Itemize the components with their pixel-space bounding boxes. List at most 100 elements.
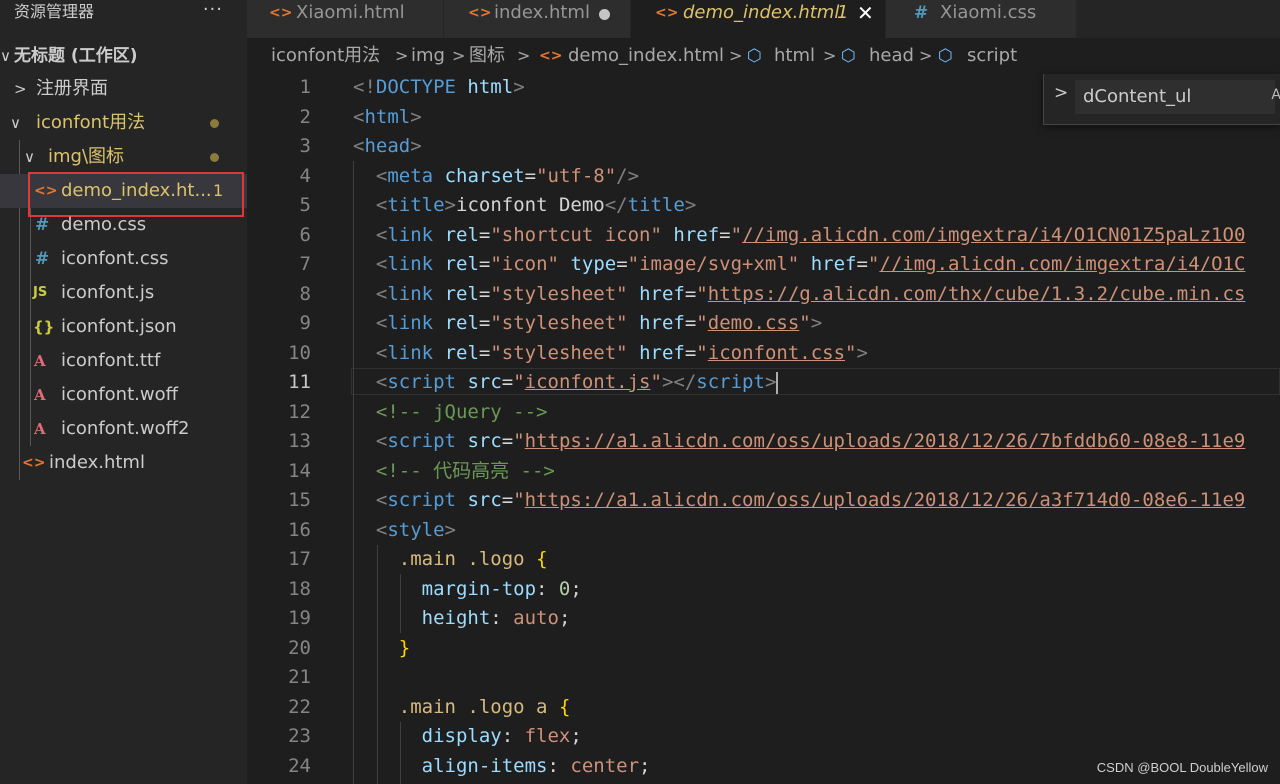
code-line: 10 <link rel="stylesheet" href="iconfont… [247,339,1280,369]
line-number: 23 [247,722,311,752]
tab-label: Xiaomi.html [296,0,405,26]
line-number: 17 [247,545,311,575]
chevron-right-icon: > [823,38,836,74]
cube-icon: ⬡ [841,38,856,74]
explorer-sidebar: 资源管理器 ··· ∨ 无标题 (工作区) > 注册界面 ∨ iconfont用… [0,0,247,784]
code-line: 20 } [247,634,1280,664]
tab-index-html[interactable]: <> index.html [444,0,630,38]
cube-icon: ⬡ [747,38,762,74]
html-file-icon: <> [22,446,45,480]
line-number: 21 [247,663,311,693]
chevron-right-icon[interactable]: > [1054,83,1068,103]
breadcrumb-item[interactable]: 图标 [469,38,505,74]
line-number: 22 [247,693,311,723]
line-number: 16 [247,516,311,546]
code-line-current: 11 <script src="iconfont.js"></script> [247,368,1280,398]
tree-file-demo-css[interactable]: # demo.css [0,208,247,242]
line-number: 24 [247,752,311,782]
breadcrumb-item[interactable]: iconfont用法 [271,38,380,74]
explorer-title: 资源管理器 [14,2,94,21]
html-file-icon: <> [539,38,562,74]
code-line: 22 .main .logo a { [247,693,1280,723]
unsaved-dot-icon[interactable] [599,9,610,20]
js-file-icon: JS [33,276,47,310]
outline-item[interactable]: dContent_ul [1075,80,1275,114]
line-number: 13 [247,427,311,457]
chevron-right-icon: > [919,38,932,74]
problem-count-badge: 1 [837,0,848,26]
breadcrumb-item[interactable]: script [967,38,1017,74]
indent-guide [353,161,354,784]
chevron-right-icon: > [729,38,742,74]
line-number: 12 [247,398,311,428]
code-editor[interactable]: 1<!DOCTYPE html> 2<html> 3<head> 4 <meta… [247,74,1280,784]
cube-icon: ⬡ [938,38,953,74]
breadcrumb: iconfont用法 > img > 图标 > <> demo_index.ht… [247,38,1280,74]
chevron-right-icon: > [517,38,530,74]
modified-dot [210,153,219,162]
line-number: 20 [247,634,311,664]
code-line: 7 <link rel="icon" type="image/svg+xml" … [247,250,1280,280]
line-number: 9 [247,309,311,339]
tree-folder-iconfont[interactable]: ∨ iconfont用法 [0,106,247,140]
tree-file-iconfont-woff2[interactable]: A iconfont.woff2 [0,412,247,446]
line-number: 1 [247,74,311,103]
tree-item-label: iconfont.woff [61,378,178,412]
chevron-down-icon: ∨ [0,39,11,73]
workspace-root[interactable]: ∨ 无标题 (工作区) [0,39,247,73]
line-number: 11 [247,368,311,398]
tree-file-iconfont-ttf[interactable]: A iconfont.ttf [0,344,247,378]
line-number: 18 [247,575,311,605]
line-number: 10 [247,339,311,369]
chevron-down-icon: ∨ [10,106,21,140]
tree-folder-img[interactable]: ∨ img\图标 [0,140,247,174]
outline-peek[interactable]: > dContent_ul A [1043,74,1280,125]
tree-file-iconfont-js[interactable]: JS iconfont.js [0,276,247,310]
indent-guide [400,574,401,633]
code-line: 21 [247,663,1280,693]
code-line: 3<head> [247,132,1280,162]
line-number: 14 [247,457,311,487]
indent-guide [400,722,401,784]
json-file-icon: {} [33,310,54,344]
font-file-icon: A [34,412,46,446]
more-actions-icon[interactable]: ··· [203,0,223,22]
code-line: 16 <style> [247,516,1280,546]
code-line: 15 <script src="https://a1.alicdn.com/os… [247,486,1280,516]
workspace-label: 无标题 (工作区) [14,39,137,73]
breadcrumb-item[interactable]: html [774,38,815,74]
tab-demo-index-html[interactable]: <> demo_index.html 1 ✕ [631,0,885,38]
html-file-icon: <> [655,0,678,26]
outline-trail-text: A [1271,87,1280,103]
code-line: 23 display: flex; [247,722,1280,752]
tree-file-iconfont-json[interactable]: {} iconfont.json [0,310,247,344]
line-number: 15 [247,486,311,516]
tab-xiaomi-css[interactable]: # Xiaomi.css [886,0,1076,38]
css-file-icon: # [35,208,49,242]
tree-file-index-html[interactable]: <> index.html [0,446,247,480]
tree-item-label: iconfont.ttf [61,344,160,378]
tree-item-label: iconfont.css [61,242,169,276]
code-line: 6 <link rel="shortcut icon" href="//img.… [247,221,1280,251]
chevron-down-icon: ∨ [24,140,35,174]
line-number: 19 [247,604,311,634]
tab-label: Xiaomi.css [940,0,1036,26]
indent-guide [377,545,378,784]
breadcrumb-item[interactable]: img [411,38,445,74]
text-cursor [776,372,778,394]
tree-item-label: iconfont.json [61,310,177,344]
tree-file-iconfont-css[interactable]: # iconfont.css [0,242,247,276]
css-file-icon: # [35,242,49,276]
breadcrumb-item[interactable]: demo_index.html [568,38,724,74]
watermark: CSDN @BOOL DoubleYellow [1097,760,1268,775]
css-file-icon: # [914,0,928,26]
line-number: 7 [247,250,311,280]
close-icon[interactable]: ✕ [857,0,874,26]
tree-item-label: iconfont.woff2 [61,412,189,446]
chevron-right-icon: > [395,38,408,74]
tab-xiaomi-html[interactable]: <> Xiaomi.html [247,0,443,38]
code-line: 8 <link rel="stylesheet" href="https://g… [247,280,1280,310]
breadcrumb-item[interactable]: head [869,38,914,74]
tree-file-iconfont-woff[interactable]: A iconfont.woff [0,378,247,412]
tree-folder-register[interactable]: > 注册界面 [0,72,247,106]
